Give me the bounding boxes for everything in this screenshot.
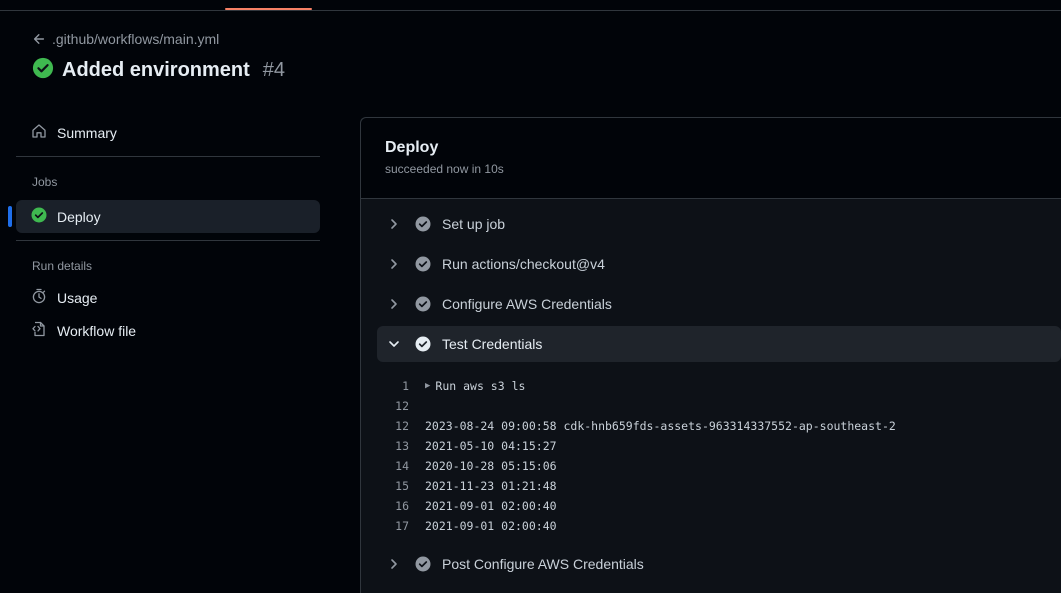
stopwatch-icon: [31, 288, 47, 307]
job-title: Deploy: [385, 139, 439, 156]
log-line-number[interactable]: 17: [377, 519, 425, 533]
sidebar-item-label: Summary: [57, 124, 117, 141]
run-number: #4: [262, 59, 286, 81]
step-label: Set up job: [442, 216, 506, 232]
step-label: Post Configure AWS Credentials: [442, 556, 644, 572]
log-text: 2020-10-28 05:15:06: [425, 459, 557, 473]
log-text: 2021-09-01 02:00:40: [425, 519, 557, 533]
breadcrumb[interactable]: .github/workflows/main.yml: [32, 31, 219, 47]
sidebar-item-deploy[interactable]: Deploy: [8, 200, 320, 233]
log-line-number[interactable]: 12: [377, 419, 425, 433]
sidebar-item-label: Usage: [57, 289, 98, 306]
step-success-icon: [415, 336, 431, 352]
sidebar-item-workflow-file[interactable]: Workflow file: [16, 314, 320, 347]
page-title: Added environment: [62, 59, 250, 81]
step-label: Configure AWS Credentials: [442, 296, 612, 312]
log-line-number[interactable]: 16: [377, 499, 425, 513]
success-check-icon: [32, 57, 54, 84]
log-line: 17 2021-09-01 02:00:40: [377, 516, 1061, 536]
file-code-icon: [31, 321, 47, 340]
jobs-heading: Jobs: [32, 175, 58, 189]
log-line: 12: [377, 396, 1061, 416]
log-line-number[interactable]: 1: [377, 379, 425, 393]
log-text: 2021-05-10 04:15:27: [425, 439, 557, 453]
step-success-icon: [415, 556, 431, 572]
step-log: 1 ▶ Run aws s3 ls 12 12 2023-08-24 09:00…: [377, 366, 1061, 546]
chevron-right-icon[interactable]: [387, 557, 401, 571]
step-label: Test Credentials: [442, 336, 543, 352]
log-text: 2021-09-01 02:00:40: [425, 499, 557, 513]
workflow-path-link[interactable]: .github/workflows/main.yml: [52, 31, 219, 47]
sidebar-item-usage[interactable]: Usage: [16, 281, 320, 314]
job-status-text: succeeded now in 10s: [385, 162, 504, 176]
log-line-number[interactable]: 13: [377, 439, 425, 453]
log-text: 2023-08-24 09:00:58 cdk-hnb659fds-assets…: [425, 419, 896, 433]
step-row[interactable]: Configure AWS Credentials: [377, 286, 1061, 322]
step-row[interactable]: Run actions/checkout@v4: [377, 246, 1061, 282]
job-header: Deploy succeeded now in 10s: [361, 118, 1061, 199]
log-text: Run aws s3 ls: [435, 379, 526, 393]
log-line: 12 2023-08-24 09:00:58 cdk-hnb659fds-ass…: [377, 416, 1061, 436]
step-row[interactable]: Post Configure AWS Credentials: [377, 546, 1061, 582]
sidebar-item-summary[interactable]: Summary: [16, 116, 320, 149]
log-line-number[interactable]: 15: [377, 479, 425, 493]
step-row[interactable]: Set up job: [377, 206, 1061, 242]
log-line[interactable]: 1 ▶ Run aws s3 ls: [377, 376, 1061, 396]
chevron-down-icon[interactable]: [387, 337, 401, 351]
step-row-expanded[interactable]: Test Credentials: [377, 326, 1061, 362]
triangle-right-icon[interactable]: ▶: [425, 381, 430, 391]
log-line: 14 2020-10-28 05:15:06: [377, 456, 1061, 476]
chevron-right-icon[interactable]: [387, 257, 401, 271]
top-nav-bar: [0, 0, 1061, 11]
success-check-icon: [31, 207, 47, 226]
log-text: 2021-11-23 01:21:48: [425, 479, 557, 493]
log-line-number[interactable]: 12: [377, 399, 425, 413]
sidebar-item-label: Deploy: [57, 208, 101, 225]
step-label: Run actions/checkout@v4: [442, 256, 605, 272]
sidebar: Summary Jobs Deploy Run details Usage Wo…: [8, 116, 320, 347]
steps-list: Set up job Run actions/checkout@v4 Confi…: [377, 206, 1061, 586]
run-details-heading: Run details: [32, 259, 93, 273]
chevron-right-icon[interactable]: [387, 217, 401, 231]
run-title-row: Added environment #4: [32, 57, 285, 84]
log-line-number[interactable]: 14: [377, 459, 425, 473]
log-line: 16 2021-09-01 02:00:40: [377, 496, 1061, 516]
arrow-left-icon[interactable]: [32, 32, 46, 46]
chevron-right-icon[interactable]: [387, 297, 401, 311]
step-success-icon: [415, 216, 431, 232]
log-line: 15 2021-11-23 01:21:48: [377, 476, 1061, 496]
step-success-icon: [415, 256, 431, 272]
sidebar-item-label: Workflow file: [57, 322, 137, 339]
step-success-icon: [415, 296, 431, 312]
job-panel: Deploy succeeded now in 10s Set up job R…: [360, 117, 1061, 593]
home-icon: [31, 123, 47, 142]
log-line: 13 2021-05-10 04:15:27: [377, 436, 1061, 456]
active-tab-indicator: [225, 8, 312, 10]
